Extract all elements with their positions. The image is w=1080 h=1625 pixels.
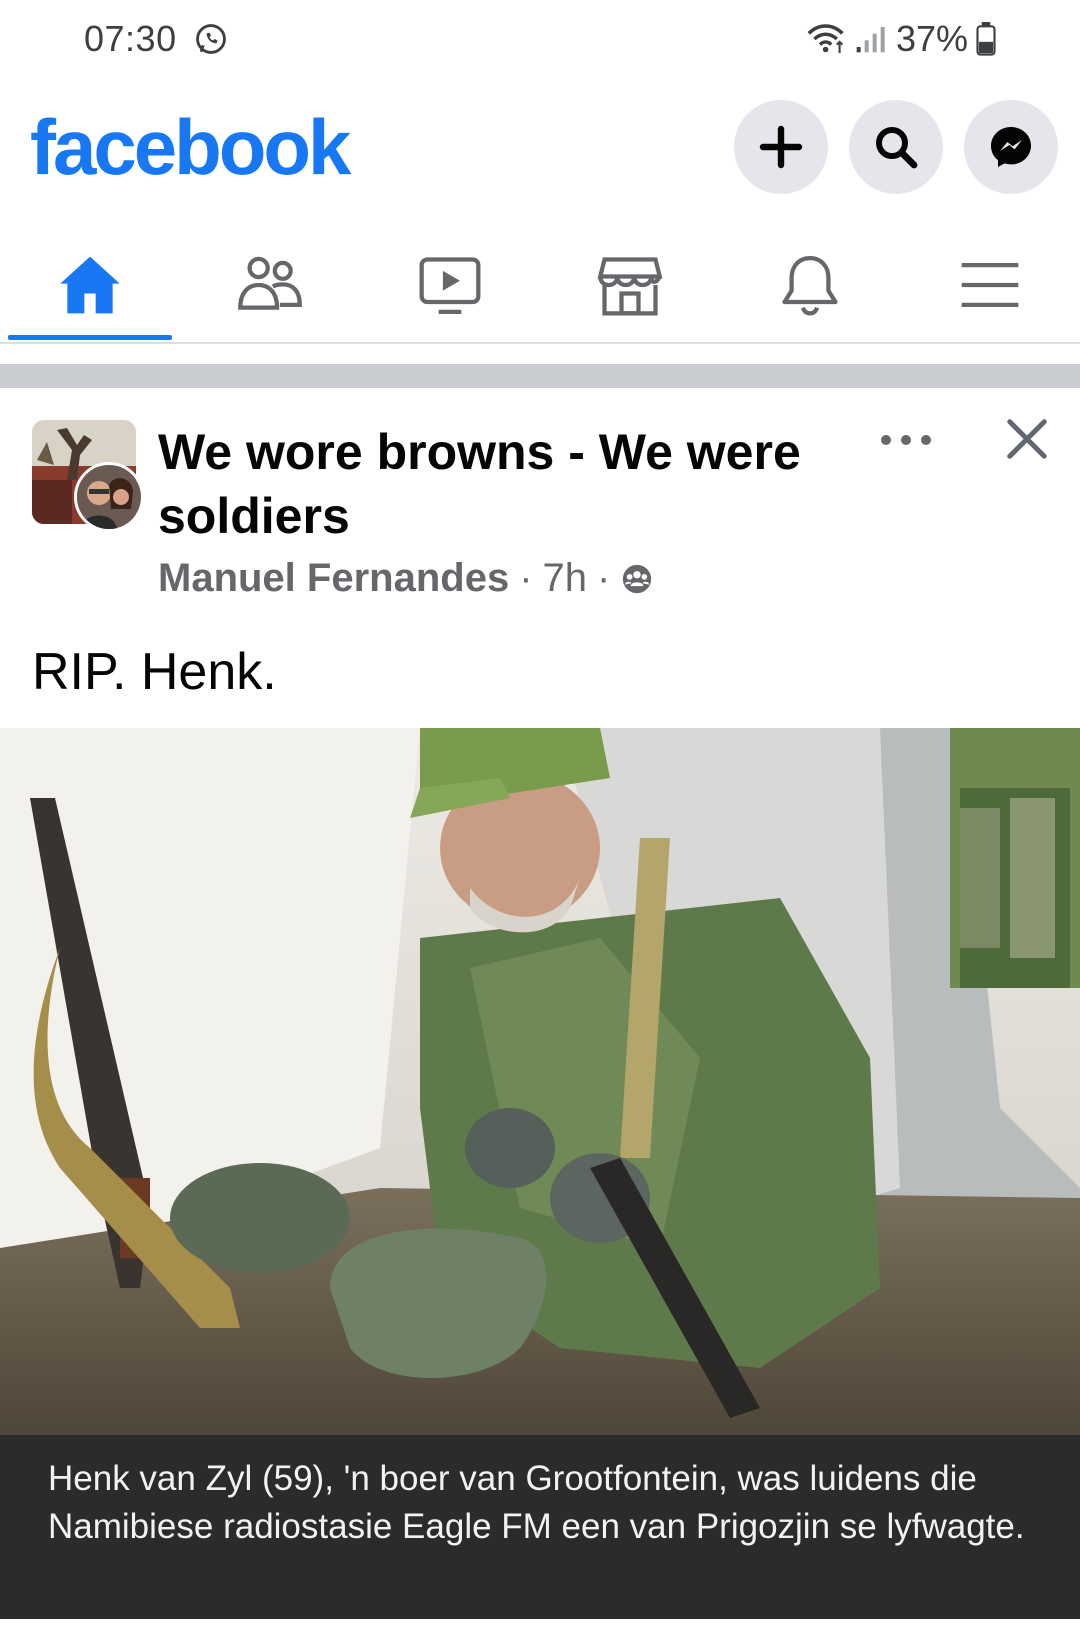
image-caption: Henk van Zyl (59), 'n boer van Grootfont… [48,1459,1025,1546]
facebook-logo[interactable]: facebook [30,102,351,193]
whatsapp-icon [196,24,226,54]
create-post-button[interactable] [734,100,828,194]
post-author[interactable]: Manuel Fernandes [158,556,509,601]
post-group-name[interactable]: We wore browns - We were soldiers [158,420,848,548]
image-caption-box: Henk van Zyl (59), 'n boer van Grootfont… [0,1435,1080,1619]
battery-percentage: 37% [896,18,969,59]
tab-menu[interactable] [908,230,1072,340]
tab-notifications[interactable] [728,230,892,340]
feed-separator [0,364,1080,388]
meta-separator-2: · [597,556,611,600]
more-options-icon[interactable] [876,420,936,460]
signal-icon [856,27,885,53]
active-tab-indicator [8,335,172,340]
home-icon [60,256,120,314]
status-time: 07:30 [84,18,177,59]
meta-separator: · [519,556,533,600]
post-time[interactable]: 7h [543,556,588,601]
status-bar: 07:30 37% [0,0,1080,80]
messenger-button[interactable] [964,100,1058,194]
post-image[interactable] [0,728,1080,1435]
wifi-icon [807,24,844,53]
group-icon [623,564,652,593]
store-icon [597,257,663,316]
plus-icon [759,125,803,169]
soldier-photo [0,728,1080,1435]
bell-icon [782,255,838,316]
author-photo [77,465,141,529]
tab-friends[interactable] [188,230,352,340]
search-icon [876,127,918,169]
close-icon[interactable] [1004,416,1050,462]
tab-home[interactable] [8,230,172,340]
tab-watch[interactable] [368,230,532,340]
post-meta: Manuel Fernandes · 7h · [158,556,654,601]
battery-icon [976,22,996,56]
video-icon [419,257,481,315]
tab-marketplace[interactable] [548,230,712,340]
search-button[interactable] [849,100,943,194]
hamburger-icon [961,263,1019,307]
post-text: RIP. Henk. [32,643,277,701]
messenger-icon [991,127,1031,167]
author-avatar[interactable] [74,462,144,532]
navigation-tabs [0,230,1080,344]
friends-icon [238,256,302,310]
